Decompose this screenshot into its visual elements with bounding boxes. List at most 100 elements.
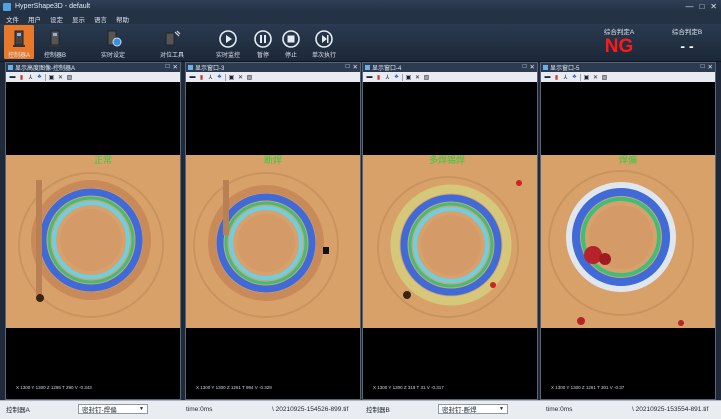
panel-toolbar: ▬ ▮ ⅄ ♣ ▣ ✕ ▧ <box>363 72 537 82</box>
disk-icon[interactable]: ▣ <box>48 74 55 81</box>
verdict-a: 综合判定A NG <box>596 26 642 57</box>
overlay-label: 焊偏 <box>619 155 637 165</box>
height-map-image: 断焊 <box>186 155 360 328</box>
cross-icon[interactable]: ✕ <box>592 74 599 81</box>
save-icon[interactable]: ▬ <box>366 74 373 81</box>
axis-icon[interactable]: ⅄ <box>384 74 391 81</box>
panel-toolbar: ▬ ▮ ⅄ ♣ ▣ ✕ ▧ <box>6 72 180 82</box>
menu-file[interactable]: 文件 <box>6 14 19 24</box>
palette-icon[interactable]: ♣ <box>571 74 578 81</box>
disk-icon[interactable]: ▣ <box>405 74 412 81</box>
axis-icon[interactable]: ⅄ <box>207 74 214 81</box>
toolbar-label: 控制器B <box>43 53 66 59</box>
chevron-down-icon: ▼ <box>139 406 144 412</box>
disk-icon[interactable]: ▣ <box>228 74 235 81</box>
panel-status: X 1300 Y 1300 Z 319 T 31 V -0.317 <box>373 385 444 390</box>
pause-icon <box>254 30 272 48</box>
panel-header: 显示窗口-4 □ ✕ <box>363 63 537 72</box>
display-panel-3: 显示窗口-3 □ ✕ ▬ ▮ ⅄ ♣ ▣ ✕ ▧ 断焊 X 1300 Y 1300… <box>185 62 361 400</box>
panel-header: 显示高度图像-控制器A □ ✕ <box>6 63 180 72</box>
save-icon[interactable]: ▬ <box>9 74 16 81</box>
panel-header: 显示窗口-5 □ ✕ <box>541 63 715 72</box>
single-run-button[interactable]: 单次执行 <box>309 25 339 59</box>
verdict-b-label: 综合判定B <box>671 29 703 36</box>
cross-icon[interactable]: ✕ <box>57 74 64 81</box>
panel-close-button[interactable]: ✕ <box>353 63 358 71</box>
cross-icon[interactable]: ✕ <box>414 74 421 81</box>
play-icon <box>219 30 237 48</box>
minimize-button[interactable]: — <box>685 2 693 11</box>
cross-icon[interactable]: ✕ <box>237 74 244 81</box>
controller-icon <box>49 30 61 47</box>
recipe-select-b[interactable]: 密封钉-断焊 ▼ <box>438 404 508 414</box>
realtime-settings-button[interactable]: 实时设定 <box>96 25 130 59</box>
verdict-a-label: 综合判定A <box>603 29 635 36</box>
menu-help[interactable]: 帮助 <box>116 14 129 24</box>
chevron-down-icon: ▼ <box>499 406 504 412</box>
panel-title: 显示高度图像-控制器A <box>15 66 76 72</box>
chart-icon[interactable]: ▮ <box>553 74 560 81</box>
align-tool-icon <box>165 30 181 46</box>
panel-toolbar: ▬ ▮ ⅄ ♣ ▣ ✕ ▧ <box>541 72 715 82</box>
file-a: \ 20210925-154526-899.tif <box>272 405 349 413</box>
pause-button[interactable]: 暂停 <box>250 25 276 59</box>
window-icon <box>8 65 13 70</box>
recipe-select-a-value: 密封钉-焊偏 <box>82 407 117 414</box>
controller-a-label: 控制器A <box>6 407 30 414</box>
panel-float-button[interactable]: □ <box>523 63 527 71</box>
chart-icon[interactable]: ▮ <box>198 74 205 81</box>
overlay-label: 断焊 <box>264 155 282 165</box>
display-panel-a: 显示高度图像-控制器A □ ✕ ▬ ▮ ⅄ ♣ ▣ ✕ ▧ 正常 X 1300 Y… <box>5 62 181 400</box>
controller-b-button[interactable]: 控制器B <box>40 25 70 59</box>
panel-header: 显示窗口-3 □ ✕ <box>186 63 360 72</box>
recipe-select-b-value: 密封钉-断焊 <box>442 407 477 414</box>
settings-sync-icon <box>107 30 122 47</box>
panel-status: X 1300 Y 1300 Z 1295 T 290 V -0.343 <box>16 385 92 390</box>
panel-float-button[interactable]: □ <box>346 63 350 71</box>
panel-status: X 1300 Y 1300 Z 1261 T 994 V -0.329 <box>196 385 272 390</box>
menu-user[interactable]: 用户 <box>28 14 41 24</box>
panel-float-button[interactable]: □ <box>166 63 170 71</box>
overlay-label: 多焊锡焊 <box>429 155 465 165</box>
image-icon[interactable]: ▧ <box>66 74 73 81</box>
panel-float-button[interactable]: □ <box>701 63 705 71</box>
toolbar-label: 单次执行 <box>311 53 336 59</box>
window-icon <box>188 65 193 70</box>
recipe-select-a[interactable]: 密封钉-焊偏 ▼ <box>78 404 148 414</box>
controller-a-button[interactable]: 控制器A <box>4 25 34 59</box>
disk-icon[interactable]: ▣ <box>583 74 590 81</box>
stop-icon <box>282 30 300 48</box>
menu-settings[interactable]: 设定 <box>50 14 63 24</box>
menu-language[interactable]: 语言 <box>94 14 107 24</box>
palette-icon[interactable]: ♣ <box>36 74 43 81</box>
panel-close-button[interactable]: ✕ <box>530 63 535 71</box>
image-icon[interactable]: ▧ <box>601 74 608 81</box>
align-tool-button[interactable]: 对位工具 <box>155 25 189 59</box>
axis-icon[interactable]: ⅄ <box>27 74 34 81</box>
chart-icon[interactable]: ▮ <box>375 74 382 81</box>
palette-icon[interactable]: ♣ <box>216 74 223 81</box>
display-panel-4: 显示窗口-4 □ ✕ ▬ ▮ ⅄ ♣ ▣ ✕ ▧ 多焊锡焊 X 1300 Y 13… <box>362 62 538 400</box>
toolbar-label: 停止 <box>284 53 297 59</box>
save-icon[interactable]: ▬ <box>189 74 196 81</box>
chart-icon[interactable]: ▮ <box>18 74 25 81</box>
maximize-button[interactable]: □ <box>699 2 704 11</box>
palette-icon[interactable]: ♣ <box>393 74 400 81</box>
image-icon[interactable]: ▧ <box>423 74 430 81</box>
close-button[interactable]: ✕ <box>710 2 717 11</box>
status-bar: 控制器A 密封钉-焊偏 ▼ time:0ms \ 20210925-154526-… <box>0 400 721 419</box>
time-a: time:0ms <box>186 405 213 413</box>
realtime-monitor-button[interactable]: 实时监控 <box>213 25 243 59</box>
image-icon[interactable]: ▧ <box>246 74 253 81</box>
toolbar-label: 实时设定 <box>100 53 125 59</box>
verdict-a-value: NG <box>604 36 634 57</box>
height-map-image: 多焊锡焊 <box>363 155 537 328</box>
stop-button[interactable]: 停止 <box>278 25 304 59</box>
panel-close-button[interactable]: ✕ <box>173 63 178 71</box>
axis-icon[interactable]: ⅄ <box>562 74 569 81</box>
title-bar: HyperShape3D - default — □ ✕ <box>0 0 721 13</box>
menu-bar: 文件 用户 设定 显示 语言 帮助 <box>0 13 721 24</box>
menu-display[interactable]: 显示 <box>72 14 85 24</box>
save-icon[interactable]: ▬ <box>544 74 551 81</box>
panel-close-button[interactable]: ✕ <box>708 63 713 71</box>
